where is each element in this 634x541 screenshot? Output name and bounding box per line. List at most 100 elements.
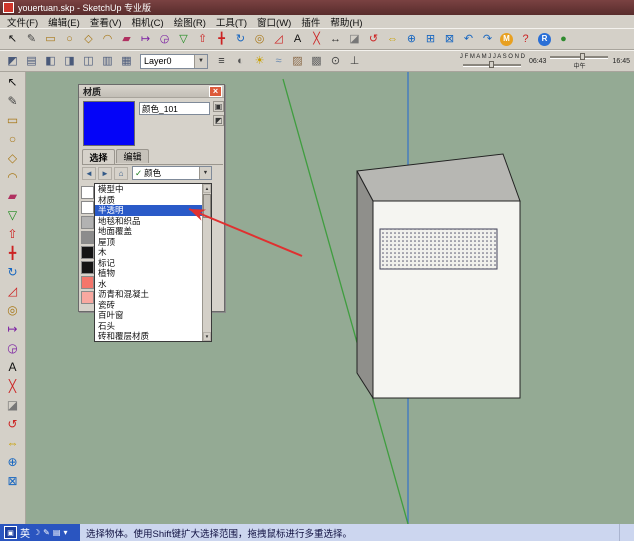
redo-view-icon[interactable]: ↷ xyxy=(478,30,497,48)
scale-tool-icon[interactable]: ◿ xyxy=(269,30,288,48)
section-plane-icon[interactable]: ◪ xyxy=(2,395,24,414)
zoom-tool-icon[interactable]: ⊕ xyxy=(402,30,421,48)
menu-item[interactable]: 窗口(W) xyxy=(252,15,296,29)
select-tool-icon[interactable]: ↖ xyxy=(3,30,22,48)
pan-tool-icon[interactable]: ⇔ xyxy=(2,433,24,452)
color-swatch[interactable] xyxy=(81,261,94,274)
texture-icon[interactable]: ▨ xyxy=(288,52,307,70)
push-pull-icon[interactable]: ⇧ xyxy=(193,30,212,48)
create-material-icon[interactable]: ▣ xyxy=(213,101,224,112)
color-swatch[interactable] xyxy=(81,186,94,199)
chevron-down-icon[interactable]: ▼ xyxy=(194,55,207,68)
sample-paint-icon[interactable]: ◩ xyxy=(213,115,224,126)
menu-item[interactable]: 绘图(R) xyxy=(169,15,211,29)
material-category-item[interactable]: 沥青和混凝土 xyxy=(95,289,202,300)
material-category-item[interactable]: 水 xyxy=(95,279,202,290)
tab-edit[interactable]: 编辑 xyxy=(116,149,149,163)
material-category-item[interactable]: 木 xyxy=(95,247,202,258)
shadow-time-slider[interactable] xyxy=(550,53,608,60)
tape-measure-icon[interactable]: ↦ xyxy=(2,319,24,338)
circle-tool-icon[interactable]: ○ xyxy=(2,129,24,148)
offset-tool-icon[interactable]: ◎ xyxy=(250,30,269,48)
orbit-tool-icon[interactable]: ↺ xyxy=(364,30,383,48)
material-category-item[interactable]: 地毯和织品 xyxy=(95,216,202,227)
scroll-down-icon[interactable]: ▼ xyxy=(203,332,211,341)
plugin-m-icon[interactable]: M xyxy=(500,33,513,46)
move-tool-icon[interactable]: ╋ xyxy=(2,243,24,262)
menu-item[interactable]: 工具(T) xyxy=(211,15,252,29)
view-front-icon[interactable]: ◧ xyxy=(41,52,60,70)
layers-icon[interactable]: ≡ xyxy=(212,52,231,70)
arc-tool-icon[interactable]: ◠ xyxy=(2,167,24,186)
shadow-toggle-icon[interactable]: ◐ xyxy=(231,52,250,70)
eraser-tool-icon[interactable]: ▰ xyxy=(117,30,136,48)
line-tool-icon[interactable]: ✎ xyxy=(2,91,24,110)
axes-tool-icon[interactable]: ╳ xyxy=(307,30,326,48)
scrollbar[interactable]: ▲ ▼ xyxy=(202,184,211,341)
ime-logo-icon[interactable]: ▣ xyxy=(4,526,17,539)
chevron-down-icon[interactable]: ▼ xyxy=(199,167,211,179)
select-tool-icon[interactable]: ↖ xyxy=(2,72,24,91)
protractor-icon[interactable]: ◶ xyxy=(2,338,24,357)
material-category-item[interactable]: 标记 xyxy=(95,258,202,269)
color-swatch[interactable] xyxy=(81,276,94,289)
color-swatch[interactable] xyxy=(81,291,94,304)
paint-bucket-icon[interactable]: ▽ xyxy=(2,205,24,224)
ime-bar[interactable]: ▣ 英 ☽✎▤▾ xyxy=(0,524,80,541)
material-category-item[interactable]: 半透明 xyxy=(95,205,202,216)
paint-bucket-icon[interactable]: ▽ xyxy=(174,30,193,48)
pen-icon[interactable]: ✎ xyxy=(43,528,50,537)
color-swatch[interactable] xyxy=(81,216,94,229)
zoom-window-icon[interactable]: ⊞ xyxy=(421,30,440,48)
polygon-tool-icon[interactable]: ◇ xyxy=(79,30,98,48)
back-icon[interactable]: ◄ xyxy=(82,167,96,180)
slider-thumb[interactable] xyxy=(580,53,585,60)
material-category-item[interactable]: 瓷砖 xyxy=(95,300,202,311)
offset-tool-icon[interactable]: ◎ xyxy=(2,300,24,319)
move-tool-icon[interactable]: ╋ xyxy=(212,30,231,48)
arc-tool-icon[interactable]: ◠ xyxy=(98,30,117,48)
zoom-tool-icon[interactable]: ⊕ xyxy=(2,452,24,471)
dimension-tool-icon[interactable]: ↔ xyxy=(326,30,345,48)
material-category-item[interactable]: 植物 xyxy=(95,268,202,279)
view-right-icon[interactable]: ▥ xyxy=(98,52,117,70)
dialog-title-bar[interactable]: 材质 × xyxy=(79,85,224,98)
category-dropdown[interactable]: ✓ 颜色 ▼ xyxy=(132,166,212,180)
scale-tool-icon[interactable]: ◿ xyxy=(2,281,24,300)
moon-icon[interactable]: ☽ xyxy=(33,528,40,537)
plugin-help-icon[interactable]: ? xyxy=(516,30,535,48)
circle-tool-icon[interactable]: ○ xyxy=(60,30,79,48)
rectangle-tool-icon[interactable]: ▭ xyxy=(41,30,60,48)
view-left-icon[interactable]: ◫ xyxy=(79,52,98,70)
slider-thumb[interactable] xyxy=(489,61,494,68)
material-category-item[interactable]: 百叶窗 xyxy=(95,310,202,321)
color-swatch[interactable] xyxy=(81,246,94,259)
menu-item[interactable]: 编辑(E) xyxy=(43,15,85,29)
eraser-tool-icon[interactable]: ▰ xyxy=(2,186,24,205)
polygon-tool-icon[interactable]: ◇ xyxy=(2,148,24,167)
material-category-item[interactable]: 屋顶 xyxy=(95,237,202,248)
walk-icon[interactable]: ⊥ xyxy=(345,52,364,70)
orbit-tool-icon[interactable]: ↺ xyxy=(2,414,24,433)
material-category-item[interactable]: 石头 xyxy=(95,321,202,332)
tape-measure-icon[interactable]: ↦ xyxy=(136,30,155,48)
layer-dropdown[interactable]: Layer0 ▼ xyxy=(140,54,208,69)
menu-item[interactable]: 文件(F) xyxy=(2,15,43,29)
scrollbar-thumb[interactable] xyxy=(203,194,211,218)
menu-item[interactable]: 插件 xyxy=(296,15,325,29)
plugin-r-icon[interactable]: R xyxy=(538,33,551,46)
material-category-item[interactable]: 地面覆盖 xyxy=(95,226,202,237)
keyboard-icon[interactable]: ▤ xyxy=(53,528,61,537)
color-swatch[interactable] xyxy=(81,201,94,214)
line-tool-icon[interactable]: ✎ xyxy=(22,30,41,48)
material-category-item[interactable]: 砖和覆层材质 xyxy=(95,331,202,341)
material-category-item[interactable]: 模型中 xyxy=(95,184,202,195)
rotate-tool-icon[interactable]: ↻ xyxy=(231,30,250,48)
rotate-tool-icon[interactable]: ↻ xyxy=(2,262,24,281)
section-plane-icon[interactable]: ◪ xyxy=(345,30,364,48)
text-tool-icon[interactable]: A xyxy=(2,357,24,376)
ime-language-toggle[interactable]: 英 xyxy=(20,525,30,540)
color-swatch[interactable] xyxy=(81,231,94,244)
close-icon[interactable]: × xyxy=(209,86,222,97)
grid-icon[interactable]: ▩ xyxy=(307,52,326,70)
